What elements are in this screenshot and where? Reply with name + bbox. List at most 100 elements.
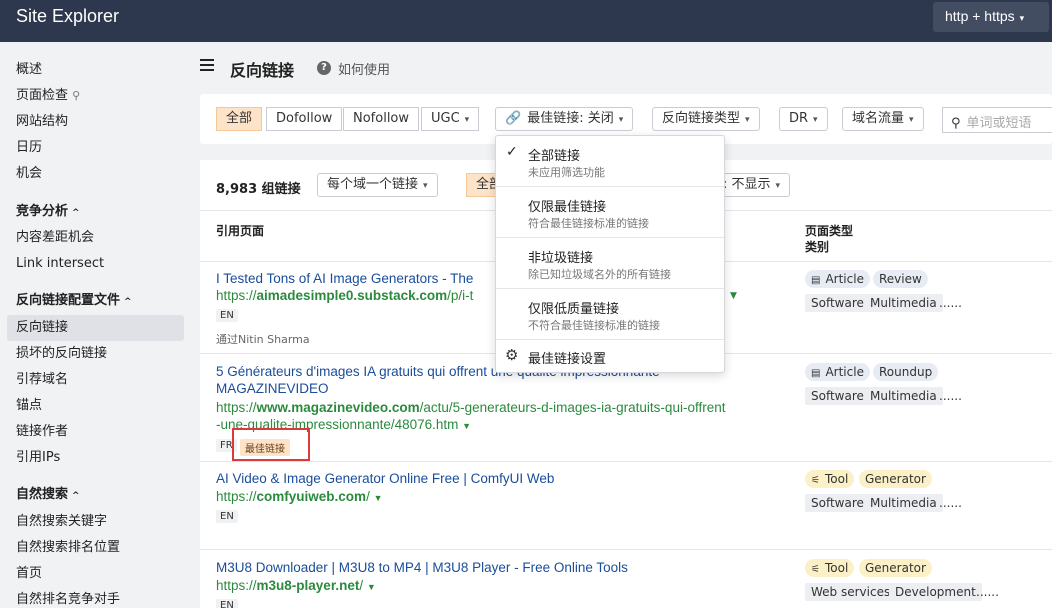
filter-all-button[interactable]: 全部 <box>216 107 263 131</box>
link-type-label: 反向链接类型 <box>662 111 741 126</box>
section-label: 反向链接配置文件 <box>16 293 121 308</box>
sidebar-section-backlinks[interactable]: 反向链接配置文件 ^ <box>16 290 132 312</box>
sidebar-item-label: 页面检查 <box>16 88 69 103</box>
chevron-down-icon: ▾ <box>813 115 818 125</box>
display-label: : 不显示 <box>723 177 771 192</box>
sidebar-item-backlinks[interactable]: 反向链接 <box>16 317 68 339</box>
menu-item-title: 全部链接 <box>528 149 581 164</box>
display-dropdown[interactable]: : 不显示 ▾ <box>714 173 791 197</box>
category-tag: Software <box>805 387 870 405</box>
group-mode-dropdown[interactable]: 每个域一个链接 ▾ <box>317 173 438 197</box>
sidebar: 概述 页面检查 ⚲ 网站结构 日历 机会 竞争分析 ^ 内容差距机会 Link i… <box>0 42 200 608</box>
category-tag: Web services <box>805 583 897 601</box>
menu-item-best-only[interactable]: 仅限最佳链接 符合最佳链接标准的链接 <box>496 187 724 237</box>
chevron-down-icon: ▾ <box>745 115 750 125</box>
protocol-label: http + https <box>945 8 1015 24</box>
dr-dropdown[interactable]: DR ▾ <box>779 107 828 131</box>
chevron-up-icon: ^ <box>72 491 80 501</box>
chevron-down-icon[interactable]: ▼ <box>730 291 737 301</box>
chevron-down-icon: ▾ <box>909 115 914 125</box>
sidebar-item-anchors[interactable]: 锚点 <box>16 395 42 417</box>
menu-item-non-spam[interactable]: 非垃圾链接 除已知垃圾域名外的所有链接 <box>496 238 724 288</box>
more-categories[interactable]: ...... <box>939 389 962 403</box>
menu-item-low-quality[interactable]: 仅限低质量链接 不符合最佳链接标准的链接 <box>496 289 724 339</box>
tool-icon: ⚟ <box>811 475 820 486</box>
chevron-up-icon: ^ <box>72 208 80 218</box>
sidebar-item-calendar[interactable]: 日历 <box>16 137 42 159</box>
row-url-link[interactable]: https://aimadesimple0.substack.com/p/i-t <box>216 288 473 303</box>
row-title-link[interactable]: I Tested Tons of AI Image Generators - T… <box>216 271 473 286</box>
filter-dofollow-button[interactable]: Dofollow <box>266 107 343 131</box>
search-icon: ⚲ <box>951 116 961 131</box>
help-icon[interactable]: ? <box>317 61 331 75</box>
category-tag: Multimedia <box>864 387 943 405</box>
sidebar-item-organic-keywords[interactable]: 自然搜索关键字 <box>16 511 107 533</box>
chevron-down-icon[interactable]: ▼ <box>367 582 376 592</box>
more-categories[interactable]: ...... <box>939 496 962 510</box>
protocol-select[interactable]: http + https ▾ <box>933 2 1049 32</box>
search-icon: ⚲ <box>72 89 81 102</box>
help-link[interactable]: 如何使用 <box>338 59 390 78</box>
more-categories[interactable]: ...... <box>976 585 999 599</box>
search-input[interactable]: ⚲ 单词或短语 <box>942 107 1052 133</box>
sidebar-item-organic-competitors[interactable]: 自然排名竞争对手 <box>16 589 120 608</box>
menu-item-title: 最佳链接设置 <box>528 352 607 367</box>
sidebar-item-link-authors[interactable]: 链接作者 <box>16 421 68 443</box>
row-title-link[interactable]: AI Video & Image Generator Online Free |… <box>216 471 554 486</box>
sidebar-item-top-pages[interactable]: 首页 <box>16 563 42 585</box>
article-icon: ▤ <box>811 275 821 286</box>
sidebar-item-organic-positions[interactable]: 自然搜索排名位置 <box>16 537 120 559</box>
menu-item-title: 仅限低质量链接 <box>528 302 620 317</box>
app-title: Site Explorer <box>16 6 120 26</box>
column-header-page-type[interactable]: 页面类型 <box>805 222 853 239</box>
chevron-down-icon: ▾ <box>423 181 428 191</box>
row-author: 通过Nitin Sharma <box>216 333 310 346</box>
sidebar-item-broken-backlinks[interactable]: 损坏的反向链接 <box>16 343 107 365</box>
menu-icon[interactable] <box>200 59 214 71</box>
sidebar-item-page-inspect[interactable]: 页面检查 ⚲ <box>16 85 80 107</box>
row-title-link[interactable]: M3U8 Downloader | M3U8 to MP4 | M3U8 Pla… <box>216 560 628 575</box>
lang-tag: EN <box>216 599 238 608</box>
column-header-category[interactable]: 类别 <box>805 238 829 255</box>
row-title-link-cont[interactable]: MAGAZINEVIDEO <box>216 381 329 396</box>
sidebar-item-referring-domains[interactable]: 引荐域名 <box>16 369 68 391</box>
check-icon: ✓ <box>506 144 518 160</box>
menu-item-desc: 除已知垃圾域名外的所有链接 <box>528 268 671 281</box>
sidebar-item-content-gap[interactable]: 内容差距机会 <box>16 227 94 249</box>
sidebar-item-referring-ips[interactable]: 引用IPs <box>16 447 60 469</box>
more-categories[interactable]: ...... <box>939 296 962 310</box>
chevron-up-icon: ^ <box>124 297 132 307</box>
sidebar-item-opportunities[interactable]: 机会 <box>16 163 42 185</box>
sidebar-section-competitive[interactable]: 竞争分析 ^ <box>16 201 80 223</box>
category-tag: Software <box>805 294 870 312</box>
link-icon: 🔗 <box>505 111 522 126</box>
sidebar-item-overview[interactable]: 概述 <box>16 59 42 81</box>
gear-icon: ⚙ <box>505 346 519 364</box>
row-url-link[interactable]: https://www.magazinevideo.com/actu/5-gen… <box>216 400 725 415</box>
section-label: 竞争分析 <box>16 204 69 219</box>
chevron-down-icon[interactable]: ▼ <box>462 421 471 431</box>
ugc-label: UGC <box>431 111 460 126</box>
page-type-tag: Roundup <box>873 363 939 381</box>
sidebar-item-site-structure[interactable]: 网站结构 <box>16 111 68 133</box>
link-type-dropdown[interactable]: 反向链接类型 ▾ <box>652 107 760 131</box>
sidebar-section-organic[interactable]: 自然搜索 ^ <box>16 484 80 506</box>
dr-label: DR <box>789 111 809 126</box>
best-links-dropdown[interactable]: 🔗 最佳链接: 关闭 ▾ <box>495 107 634 131</box>
row-url-link[interactable]: https://comfyuiweb.com/ ▼ <box>216 489 383 504</box>
menu-item-title: 仅限最佳链接 <box>528 200 607 215</box>
domain-traffic-dropdown[interactable]: 域名流量 ▾ <box>842 107 924 131</box>
menu-item-settings[interactable]: ⚙ 最佳链接设置 <box>496 340 724 372</box>
filter-ugc-dropdown[interactable]: UGC ▾ <box>421 107 480 131</box>
menu-item-desc: 符合最佳链接标准的链接 <box>528 217 649 230</box>
chevron-down-icon[interactable]: ▼ <box>374 493 383 503</box>
sidebar-item-link-intersect[interactable]: Link intersect <box>16 253 104 275</box>
filter-nofollow-button[interactable]: Nofollow <box>343 107 420 131</box>
row-url-link[interactable]: https://m3u8-player.net/ ▼ <box>216 578 376 593</box>
category-tag: Multimedia <box>864 294 943 312</box>
page-type-tag: Generator <box>859 559 932 577</box>
link-count: 8,983 组链接 <box>216 182 301 197</box>
column-header-ref-page[interactable]: 引用页面 <box>216 222 264 239</box>
best-links-label: 最佳链接: 关闭 <box>527 111 614 126</box>
menu-item-all-links[interactable]: ✓ 全部链接 未应用筛选功能 <box>496 136 724 186</box>
